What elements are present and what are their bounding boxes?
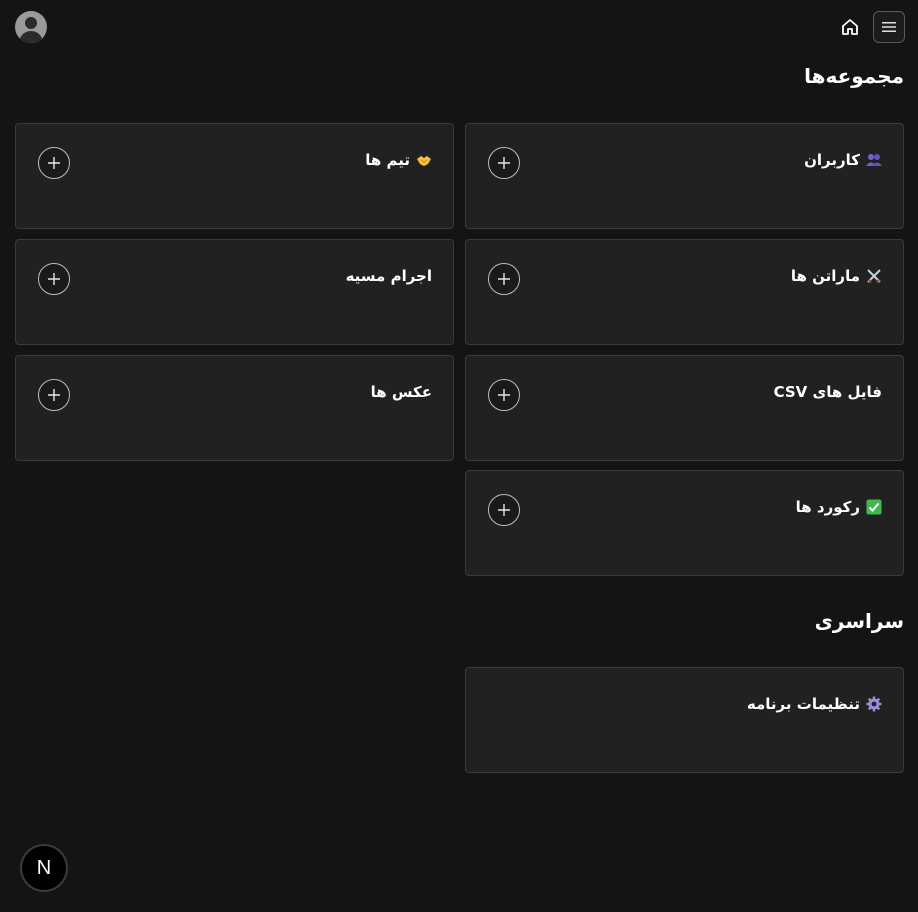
- collection-card-messier-objects[interactable]: اجرام مسیه: [15, 239, 454, 345]
- collection-label: فایل های CSV: [773, 383, 882, 401]
- collections-section-title: مجموعه‌ها: [804, 64, 904, 88]
- gear-icon: [866, 696, 882, 712]
- plus-icon: [48, 389, 60, 401]
- top-bar: [0, 0, 918, 56]
- collection-label: ماراتن ها: [790, 267, 860, 285]
- collection-card-marathons[interactable]: ماراتن ها: [465, 239, 904, 345]
- collection-card-csv-files[interactable]: فایل های CSV: [465, 355, 904, 461]
- user-avatar-icon[interactable]: [15, 11, 47, 43]
- collection-label: تیم ها: [365, 151, 410, 169]
- collection-card-photos[interactable]: عکس ها: [15, 355, 454, 461]
- plus-icon: [498, 273, 510, 285]
- global-card-app-settings[interactable]: تنظیمات برنامه: [465, 667, 904, 773]
- plus-icon: [498, 157, 510, 169]
- collection-card-records[interactable]: رکورد ها: [465, 470, 904, 576]
- global-label: تنظیمات برنامه: [746, 695, 860, 713]
- plus-icon: [498, 504, 510, 516]
- hamburger-icon: [882, 22, 896, 32]
- n-badge-icon[interactable]: N: [20, 844, 68, 892]
- add-button[interactable]: [38, 379, 70, 411]
- crossed-swords-icon: [866, 268, 882, 284]
- add-button[interactable]: [488, 147, 520, 179]
- globals-section-title: سراسری: [814, 609, 904, 633]
- add-button[interactable]: [488, 494, 520, 526]
- plus-icon: [498, 389, 510, 401]
- add-button[interactable]: [488, 263, 520, 295]
- add-button[interactable]: [38, 263, 70, 295]
- check-box-icon: [866, 499, 882, 515]
- plus-icon: [48, 273, 60, 285]
- home-icon[interactable]: [836, 13, 864, 41]
- collection-card-teams[interactable]: تیم ها: [15, 123, 454, 229]
- collection-label: رکورد ها: [795, 498, 860, 516]
- add-button[interactable]: [38, 147, 70, 179]
- plus-icon: [48, 157, 60, 169]
- collection-label: اجرام مسیه: [345, 267, 432, 285]
- collection-card-users[interactable]: کاربران: [465, 123, 904, 229]
- add-button[interactable]: [488, 379, 520, 411]
- menu-button[interactable]: [873, 11, 905, 43]
- handshake-icon: [416, 152, 432, 168]
- collection-label: کاربران: [804, 151, 860, 169]
- collection-label: عکس ها: [370, 383, 432, 401]
- people-icon: [866, 152, 882, 168]
- badge-letter: N: [36, 856, 52, 879]
